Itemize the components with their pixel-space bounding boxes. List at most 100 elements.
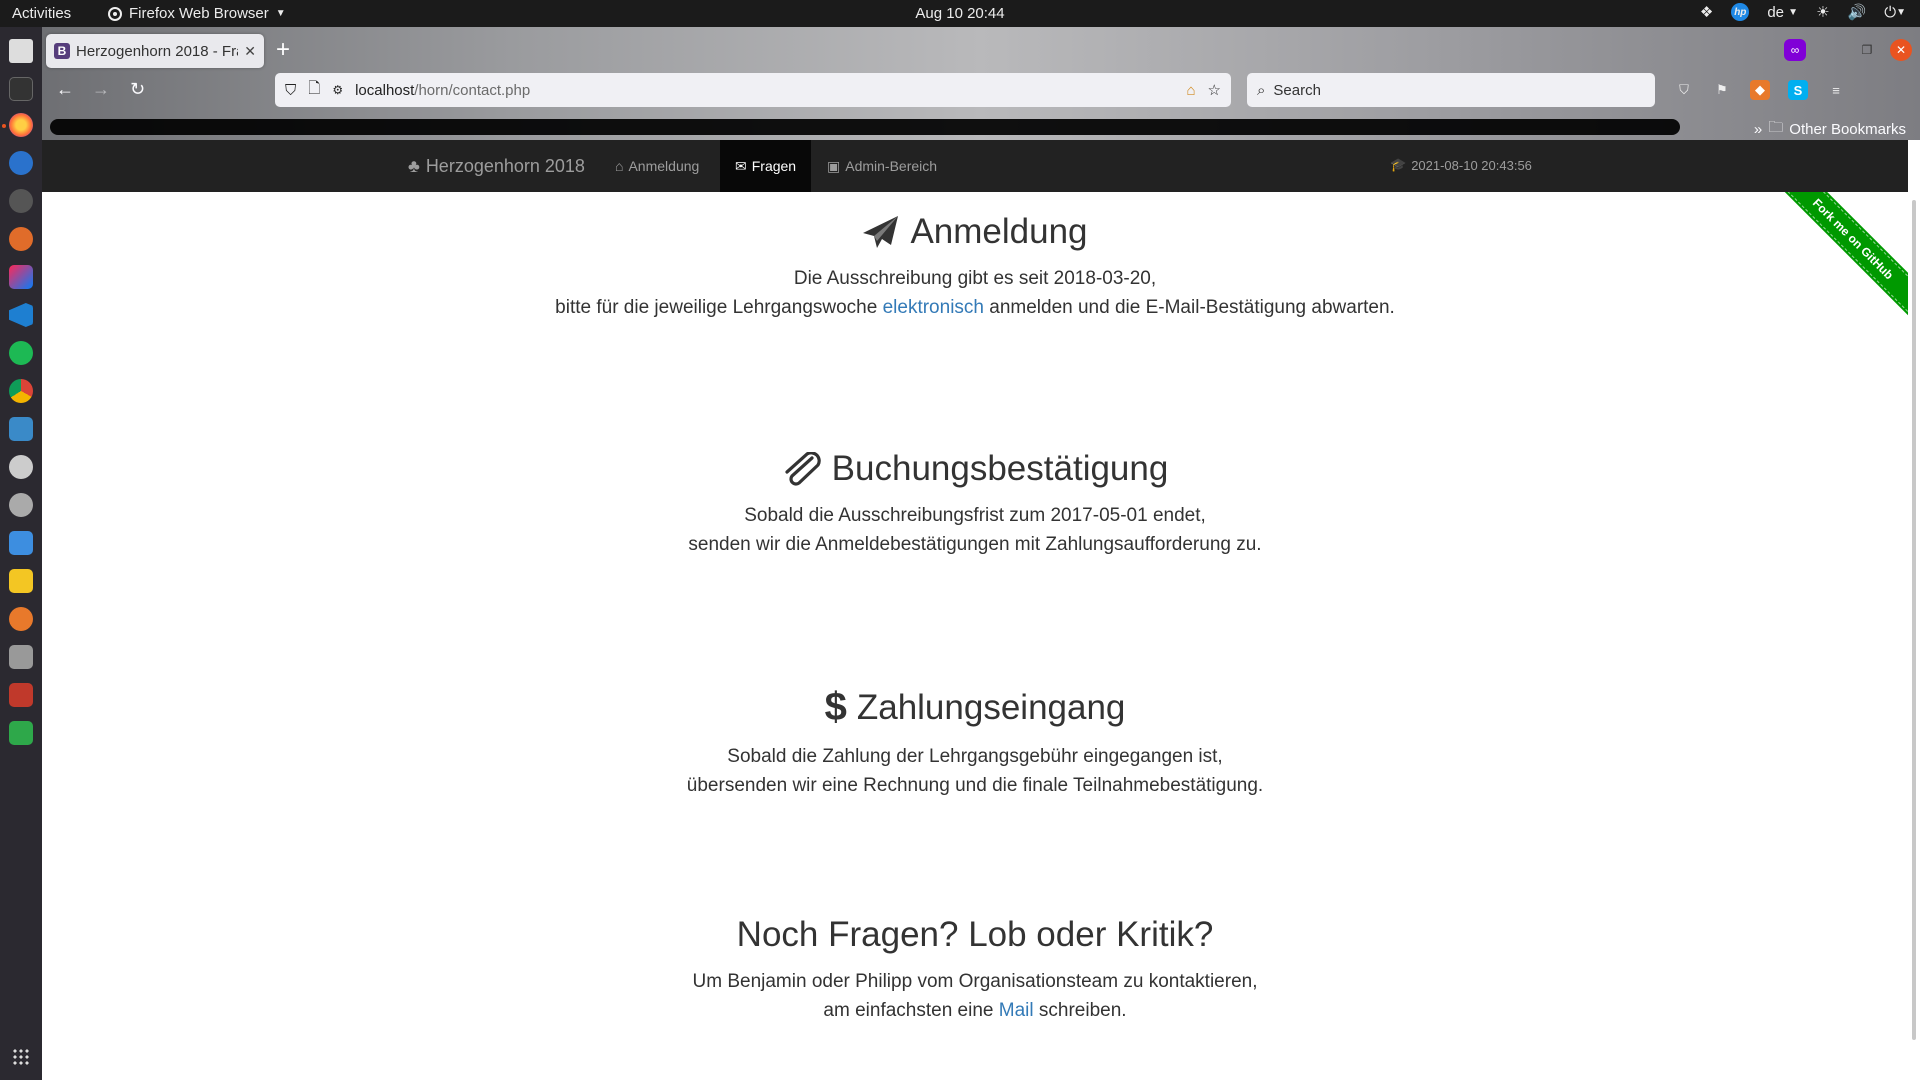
reload-button[interactable]: ↻	[130, 79, 145, 100]
vscode-icon[interactable]	[9, 303, 33, 327]
home-icon[interactable]: ⌂	[1186, 82, 1195, 99]
section-zahlung: $ Zahlungseingang Sobald die Zahlung der…	[42, 685, 1908, 800]
main-content: Anmeldung Die Ausschreibung gibt es seit…	[42, 192, 1908, 1080]
text-line: bitte für die jeweilige Lehrgangswoche	[555, 297, 883, 318]
extension-icon[interactable]: ⚑	[1712, 80, 1732, 100]
skype-icon[interactable]: S	[1788, 80, 1808, 100]
folder-icon: 🗀	[1768, 119, 1784, 136]
app-menu[interactable]: Firefox Web Browser ▼	[108, 5, 286, 22]
permissions-icon[interactable]: ⚙	[332, 83, 343, 97]
language-label: de	[1767, 3, 1784, 21]
text-line: senden wir die Anmeldebestätigungen mit …	[688, 534, 1262, 555]
toolbar-extensions: ⛉ ⚑ ◆ S ≡	[1674, 80, 1846, 100]
section-text: Um Benjamin oder Philipp vom Organisatio…	[42, 967, 1908, 1025]
brand-label: Herzogenhorn 2018	[425, 156, 585, 176]
camera-icon[interactable]	[9, 531, 33, 555]
chat-icon[interactable]	[9, 189, 33, 213]
brightness-icon[interactable]: ☀	[1816, 3, 1829, 21]
firefox-icon	[108, 6, 122, 21]
disk-icon[interactable]	[9, 227, 33, 251]
spreadsheet-icon[interactable]	[9, 721, 33, 745]
media-icon[interactable]	[9, 607, 33, 631]
text-line: übersenden wir eine Rechnung und die fin…	[686, 775, 1264, 796]
section-title-text: Zahlungseingang	[856, 687, 1126, 727]
section-text: Sobald die Ausschreibungsfrist zum 2017-…	[42, 501, 1908, 559]
keyboard-icon[interactable]	[9, 645, 33, 669]
back-button[interactable]: ←	[56, 79, 74, 100]
close-tab-icon[interactable]: ✕	[244, 43, 256, 60]
spotify-icon[interactable]	[9, 341, 33, 365]
restore-window-button[interactable]: ❐	[1856, 39, 1878, 61]
dropbox-icon[interactable]: ❖	[1700, 3, 1713, 21]
forward-button[interactable]: →	[92, 79, 110, 100]
power-icon[interactable]: ⏻ ▼	[1884, 4, 1906, 21]
pocket-icon[interactable]: ⛉	[1674, 80, 1694, 100]
section-title: Buchungsbestätigung	[42, 449, 1908, 489]
text-line: Sobald die Ausschreibungsfrist zum 2017-…	[744, 505, 1206, 526]
hp-icon[interactable]: hp	[1731, 3, 1750, 21]
chevron-down-icon: ▼	[1788, 6, 1799, 18]
github-ribbon-label[interactable]: Fork me on GitHub	[1776, 192, 1908, 316]
search-placeholder: Search	[1273, 81, 1321, 99]
bug-icon[interactable]	[9, 569, 33, 593]
settings-icon[interactable]	[9, 493, 33, 517]
clock[interactable]: Aug 10 20:44	[0, 5, 1920, 22]
url-text[interactable]: localhost/horn/contact.php	[355, 82, 1174, 99]
text-line: Die Ausschreibung gibt es seit 2018-03-2…	[793, 268, 1157, 289]
section-title: $ Zahlungseingang	[42, 685, 1908, 730]
section-fragen: Noch Fragen? Lob oder Kritik? Um Benjami…	[42, 915, 1908, 1025]
text-line: Um Benjamin oder Philipp vom Organisatio…	[692, 971, 1258, 992]
nav-admin[interactable]: ▣ Admin-Bereich	[812, 140, 952, 192]
chrome-icon[interactable]	[9, 379, 33, 403]
show-desktop-icon[interactable]	[9, 39, 33, 63]
section-text: Sobald die Zahlung der Lehrgangsgebühr e…	[42, 742, 1908, 800]
browser-tab[interactable]: B Herzogenhorn 2018 - Fra ✕	[46, 34, 264, 68]
nav-anmeldung[interactable]: ⌂ Anmeldung	[600, 140, 714, 192]
firefox-icon[interactable]	[9, 113, 33, 137]
terminal-icon[interactable]	[9, 77, 33, 101]
bootstrap-favicon-icon: B	[54, 43, 70, 59]
nav-label: Fragen	[751, 158, 797, 174]
page-scrollbar[interactable]	[1912, 200, 1916, 1040]
nav-label: Anmeldung	[628, 158, 700, 174]
nav-label: Admin-Bereich	[845, 158, 938, 174]
double-chevron-icon[interactable]: »	[1754, 121, 1762, 138]
url-path: /horn/contact.php	[414, 81, 531, 99]
search-bar[interactable]: ⌕ Search	[1247, 73, 1655, 107]
other-bookmarks-label: Other Bookmarks	[1789, 121, 1906, 138]
nav-fragen[interactable]: ✉ Fragen	[720, 140, 812, 192]
paperclip-icon	[785, 452, 821, 486]
software-icon[interactable]	[9, 455, 33, 479]
new-tab-button[interactable]: +	[276, 38, 290, 62]
app-menu-label: Firefox Web Browser	[129, 5, 269, 22]
tab-title: Herzogenhorn 2018 - Fra	[76, 42, 239, 60]
libreoffice-icon[interactable]	[9, 417, 33, 441]
github-ribbon[interactable]: Fork me on GitHub	[1776, 192, 1908, 324]
navbar-brand[interactable]: ♣ Herzogenhorn 2018	[408, 156, 585, 177]
game-icon[interactable]	[9, 683, 33, 707]
build-timestamp: 🎓 2021-08-10 20:43:56	[1390, 157, 1532, 173]
url-bar[interactable]: ⛉ 🗋 ⚙ localhost/horn/contact.php ⌂ ☆	[275, 73, 1231, 107]
text-line: anmelden und die E-Mail-Bestätigung abwa…	[983, 297, 1395, 318]
language-selector[interactable]: de ▼	[1767, 4, 1798, 21]
envelope-icon: ✉	[735, 157, 747, 174]
shield-icon[interactable]: ⛉	[285, 82, 296, 99]
home-icon: ⌂	[615, 158, 624, 174]
other-bookmarks[interactable]: » 🗀 Other Bookmarks	[1754, 117, 1906, 142]
volume-icon[interactable]: 🔊	[1848, 3, 1867, 21]
mail-link[interactable]: Mail	[999, 1000, 1034, 1021]
intellij-icon[interactable]	[9, 265, 33, 289]
thunderbird-icon[interactable]	[9, 151, 33, 175]
show-applications-icon[interactable]	[12, 1048, 30, 1066]
menu-icon[interactable]: ≡	[1826, 80, 1846, 100]
close-window-button[interactable]: ✕	[1890, 39, 1912, 61]
paper-plane-icon	[863, 216, 899, 248]
private-mask-icon[interactable]: ∞	[1784, 39, 1806, 61]
redacted-bookmarks	[50, 119, 1680, 135]
url-host: localhost	[355, 81, 415, 99]
ublock-icon[interactable]: ◆	[1750, 80, 1770, 100]
registration-link[interactable]: elektronisch	[883, 297, 984, 318]
text-line: am einfachsten eine	[823, 1000, 999, 1021]
bookmark-star-icon[interactable]: ☆	[1208, 81, 1221, 99]
activities-button[interactable]: Activities	[12, 5, 71, 22]
